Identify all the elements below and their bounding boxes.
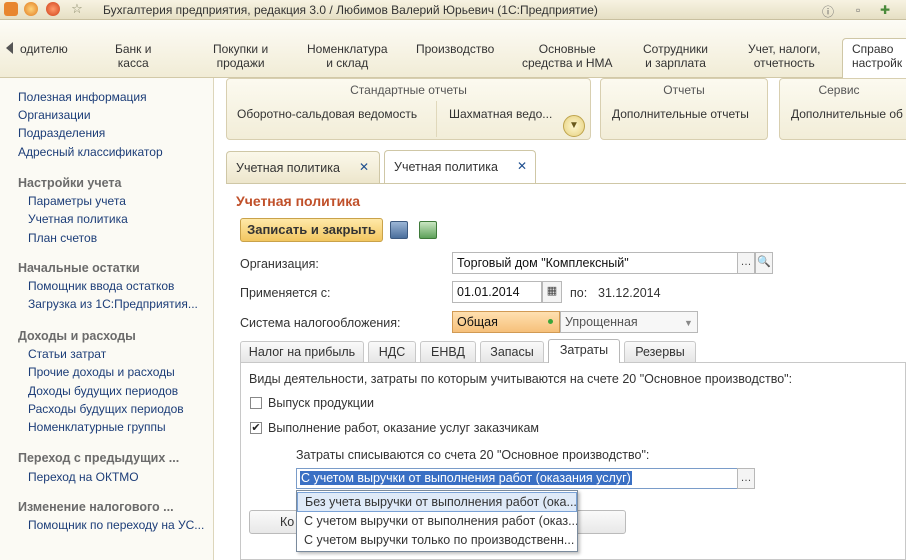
- select-button[interactable]: …: [737, 252, 755, 274]
- nav-usn-assistant[interactable]: Помощник по переходу на УС...: [28, 518, 204, 532]
- doc-tab-label: Учетная политика: [394, 160, 498, 174]
- navigation-panel: Полезная информация Организации Подразде…: [0, 78, 214, 560]
- refresh-icon[interactable]: [419, 221, 437, 239]
- section-reference[interactable]: Справо настройк: [852, 42, 902, 70]
- save-icon[interactable]: [390, 221, 408, 239]
- nav-accounting-params[interactable]: Параметры учета: [28, 194, 126, 208]
- title-bar: ☆ Бухгалтерия предприятия, редакция 3.0 …: [0, 0, 906, 20]
- close-icon[interactable]: ✕: [517, 159, 527, 173]
- dropdown-option[interactable]: Без учета выручки от выполнения работ (о…: [297, 492, 577, 512]
- nav-other-income[interactable]: Прочие доходы и расходы: [28, 365, 175, 379]
- section-employees[interactable]: Сотрудники и зарплата: [643, 42, 708, 70]
- organization-field[interactable]: Торговый дом "Комплексный": [452, 252, 738, 274]
- services-checkbox[interactable]: ✔: [250, 422, 262, 434]
- menu-icon[interactable]: [24, 2, 38, 16]
- section-fixed-assets[interactable]: Основные средства и НМА: [522, 42, 613, 70]
- section-purchases[interactable]: Покупки и продажи: [213, 42, 268, 70]
- section-nomenclature[interactable]: Номенклатура и склад: [307, 42, 388, 70]
- cmd-chess-sheet[interactable]: Шахматная ведо...: [449, 107, 552, 121]
- save-and-close-button[interactable]: Записать и закрыть: [240, 218, 383, 242]
- select-button[interactable]: …: [737, 468, 755, 489]
- form-title: Учетная политика: [236, 193, 361, 209]
- cmd-turnover-sheet[interactable]: Оборотно-сальдовая ведомость: [237, 107, 417, 121]
- cmd-additional-reports[interactable]: Дополнительные отчеты: [612, 107, 749, 121]
- nav-accounting-policy[interactable]: Учетная политика: [28, 212, 128, 226]
- organization-label: Организация:: [240, 257, 319, 271]
- nav-oktmo[interactable]: Переход на ОКТМО: [28, 470, 139, 484]
- nav-chart-of-accounts[interactable]: План счетов: [28, 231, 97, 245]
- group-title: Отчеты: [663, 83, 705, 97]
- service-group: Сервис Дополнительные об: [779, 78, 906, 140]
- section-accounting[interactable]: Учет, налоги, отчетность: [748, 42, 821, 70]
- favorites-icon[interactable]: ☆: [70, 2, 84, 16]
- costs-intro-text: Виды деятельности, затраты по которым уч…: [249, 372, 793, 386]
- writeoff-selected-value: С учетом выручки от выполнения работ (ок…: [300, 471, 632, 485]
- section-bank[interactable]: Банк и касса: [115, 42, 151, 70]
- services-label: Выполнение работ, оказание услуг заказчи…: [268, 421, 540, 435]
- nav-deferred-income[interactable]: Доходы будущих периодов: [28, 384, 178, 398]
- selected-indicator-icon: [548, 319, 553, 324]
- chevron-down-icon: ▼: [684, 318, 693, 328]
- until-label: по:: [570, 286, 588, 300]
- calendar-icon[interactable]: ▦: [542, 281, 562, 303]
- tab-vat[interactable]: НДС: [368, 341, 416, 362]
- nav-group-title[interactable]: Переход с предыдущих ...: [18, 451, 179, 465]
- applies-from-field[interactable]: 01.01.2014: [452, 281, 542, 303]
- tab-inventory[interactable]: Запасы: [480, 341, 544, 362]
- until-value: 31.12.2014: [598, 286, 661, 300]
- nav-organizations[interactable]: Организации: [18, 108, 91, 122]
- standard-reports-group: Стандартные отчеты Оборотно-сальдовая ве…: [226, 78, 591, 140]
- reports-group: Отчеты Дополнительные отчеты: [600, 78, 768, 140]
- writeoff-label: Затраты списываются со счета 20 "Основно…: [296, 448, 650, 462]
- section-production[interactable]: Производство: [416, 42, 494, 56]
- dropdown-option[interactable]: С учетом выручки от выполнения работ (ок…: [297, 512, 577, 532]
- writeoff-dropdown-list: Без учета выручки от выполнения работ (о…: [296, 490, 578, 552]
- nav-deferred-expenses[interactable]: Расходы будущих периодов: [28, 402, 184, 416]
- section-bar: одителю Банк и касса Покупки и продажи Н…: [0, 20, 906, 79]
- close-icon[interactable]: ✕: [359, 160, 369, 174]
- group-title: Сервис: [818, 83, 860, 97]
- divider: [436, 101, 437, 137]
- products-checkbox[interactable]: [250, 397, 262, 409]
- window-title: Бухгалтерия предприятия, редакция 3.0 / …: [103, 3, 598, 17]
- app-logo-icon: [4, 2, 18, 16]
- tab-envd[interactable]: ЕНВД: [420, 341, 476, 362]
- nav-useful-info[interactable]: Полезная информация: [18, 90, 147, 104]
- doc-tab-policy-list[interactable]: Учетная политика ✕: [226, 151, 380, 183]
- tab-profit-tax[interactable]: Налог на прибыль: [240, 341, 364, 362]
- tab-reserves[interactable]: Резервы: [624, 341, 696, 362]
- nav-group-title: Доходы и расходы: [18, 329, 136, 343]
- tax-system-label: Система налогообложения:: [240, 316, 401, 330]
- writeoff-select[interactable]: С учетом выручки от выполнения работ (ок…: [296, 468, 738, 489]
- doc-tab-label: Учетная политика: [236, 161, 340, 175]
- tax-option-general[interactable]: Общая: [452, 311, 560, 333]
- scroll-left-icon[interactable]: [6, 42, 13, 54]
- dropdown-option[interactable]: С учетом выручки только по производствен…: [297, 531, 577, 551]
- info-icon[interactable]: ⓘ: [822, 3, 834, 20]
- group-title: Стандартные отчеты: [350, 83, 467, 97]
- nav-import-1c[interactable]: Загрузка из 1С:Предприятия...: [28, 297, 198, 311]
- nav-product-groups[interactable]: Номенклатурные группы: [28, 420, 166, 434]
- cmd-additional-processing[interactable]: Дополнительные об: [791, 107, 903, 121]
- nav-departments[interactable]: Подразделения: [18, 126, 105, 140]
- restore-icon[interactable]: ▫: [856, 3, 860, 17]
- tax-option-simplified[interactable]: Упрощенная: [560, 311, 698, 333]
- nav-cost-items[interactable]: Статьи затрат: [28, 347, 106, 361]
- doc-tab-policy-form[interactable]: Учетная политика ✕: [384, 150, 536, 184]
- button-label: Ко: [280, 515, 295, 529]
- products-label: Выпуск продукции: [268, 396, 374, 410]
- pin-icon[interactable]: ✚: [880, 3, 890, 17]
- applies-from-label: Применяется с:: [240, 286, 331, 300]
- nav-address-classifier[interactable]: Адресный классификатор: [18, 145, 163, 159]
- nav-group-title: Настройки учета: [18, 176, 122, 190]
- nav-balances-assistant[interactable]: Помощник ввода остатков: [28, 279, 174, 293]
- nav-group-title: Начальные остатки: [18, 261, 140, 275]
- section-director[interactable]: одителю: [20, 42, 68, 56]
- tab-costs[interactable]: Затраты: [548, 339, 620, 363]
- history-icon[interactable]: [46, 2, 60, 16]
- search-icon[interactable]: 🔍: [755, 252, 773, 274]
- nav-group-title[interactable]: Изменение налогового ...: [18, 500, 174, 514]
- expand-more-icon[interactable]: ▼: [563, 115, 585, 137]
